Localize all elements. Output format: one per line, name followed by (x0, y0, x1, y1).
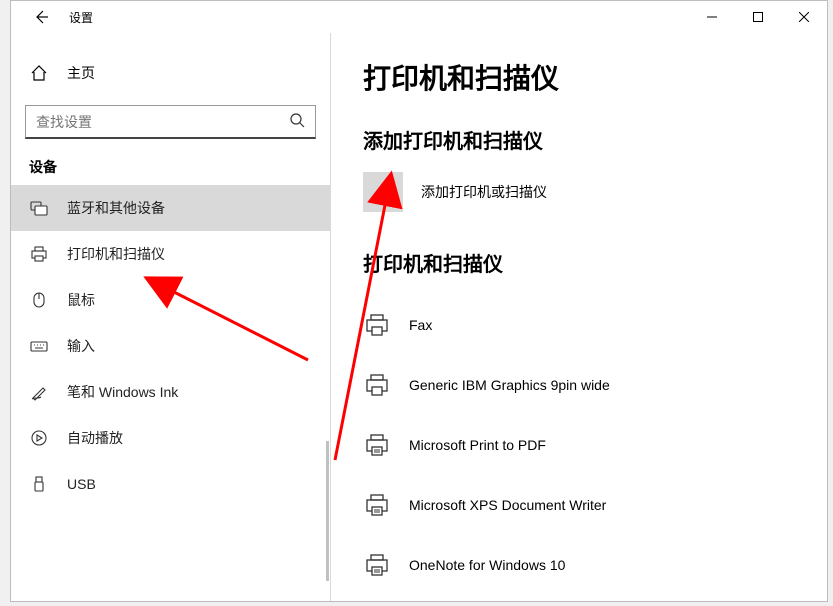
search-input[interactable] (36, 114, 289, 130)
titlebar: 设置 (11, 1, 827, 33)
window-controls (689, 1, 827, 33)
sidebar-item-bluetooth[interactable]: 蓝牙和其他设备 (11, 185, 330, 231)
window-title: 设置 (69, 9, 93, 26)
printer-item[interactable]: Generic IBM Graphics 9pin wide (363, 355, 795, 415)
printer-item[interactable]: 导出为WPS PDF (363, 595, 795, 601)
home-icon (29, 63, 49, 83)
add-button[interactable]: + (363, 172, 403, 212)
search-box[interactable] (25, 105, 316, 139)
sidebar-item-typing[interactable]: 输入 (11, 323, 330, 369)
home-link[interactable]: 主页 (11, 53, 330, 93)
sidebar-item-label: 鼠标 (67, 290, 95, 310)
onenote-printer-icon (363, 551, 391, 579)
keyboard-icon (29, 336, 49, 356)
home-label: 主页 (67, 63, 95, 83)
settings-window: 设置 主页 (10, 0, 828, 602)
plus-icon: + (377, 181, 389, 204)
close-button[interactable] (781, 1, 827, 33)
search-icon (289, 112, 305, 131)
maximize-button[interactable] (735, 1, 781, 33)
printer-item[interactable]: OneNote for Windows 10 (363, 535, 795, 595)
printer-label: Microsoft XPS Document Writer (409, 497, 606, 513)
printer-label: Microsoft Print to PDF (409, 437, 546, 453)
sidebar-item-printers[interactable]: 打印机和扫描仪 (11, 231, 330, 277)
window-body: 主页 设备 蓝牙和其他设备 (11, 33, 827, 601)
pen-icon (29, 382, 49, 402)
bluetooth-devices-icon (29, 198, 49, 218)
mouse-icon (29, 290, 49, 310)
printer-item[interactable]: Microsoft XPS Document Writer (363, 475, 795, 535)
sidebar: 主页 设备 蓝牙和其他设备 (11, 33, 331, 601)
fax-icon (363, 311, 391, 339)
add-printer-row[interactable]: + 添加打印机或扫描仪 (363, 172, 795, 212)
printer-item[interactable]: Microsoft Print to PDF (363, 415, 795, 475)
printer-device-icon (363, 371, 391, 399)
minimize-button[interactable] (689, 1, 735, 33)
autoplay-icon (29, 428, 49, 448)
sidebar-item-autoplay[interactable]: 自动播放 (11, 415, 330, 461)
category-label: 设备 (11, 157, 330, 185)
xps-printer-icon (363, 491, 391, 519)
add-section-heading: 添加打印机和扫描仪 (363, 125, 795, 154)
nav-list: 蓝牙和其他设备 打印机和扫描仪 鼠标 (11, 185, 330, 601)
sidebar-item-mouse[interactable]: 鼠标 (11, 277, 330, 323)
printer-item[interactable]: Fax (363, 295, 795, 355)
sidebar-item-label: 输入 (67, 336, 95, 356)
sidebar-item-label: 蓝牙和其他设备 (67, 198, 165, 218)
sidebar-scrollbar[interactable] (326, 441, 329, 581)
sidebar-item-label: 笔和 Windows Ink (67, 382, 178, 402)
sidebar-item-pen[interactable]: 笔和 Windows Ink (11, 369, 330, 415)
printers-section-heading: 打印机和扫描仪 (363, 248, 795, 277)
main-panel: 打印机和扫描仪 添加打印机和扫描仪 + 添加打印机或扫描仪 打印机和扫描仪 Fa… (331, 33, 827, 601)
printer-icon (29, 244, 49, 264)
back-button[interactable] (29, 5, 53, 29)
printer-label: OneNote for Windows 10 (409, 557, 565, 573)
pdf-printer-icon (363, 431, 391, 459)
sidebar-item-usb[interactable]: USB (11, 461, 330, 507)
printer-label: Generic IBM Graphics 9pin wide (409, 377, 610, 393)
sidebar-item-label: 自动播放 (67, 428, 123, 448)
sidebar-item-label: USB (67, 476, 96, 492)
page-title: 打印机和扫描仪 (363, 57, 795, 97)
sidebar-item-label: 打印机和扫描仪 (67, 244, 165, 264)
usb-icon (29, 474, 49, 494)
add-button-label: 添加打印机或扫描仪 (421, 182, 547, 202)
printer-label: Fax (409, 317, 432, 333)
